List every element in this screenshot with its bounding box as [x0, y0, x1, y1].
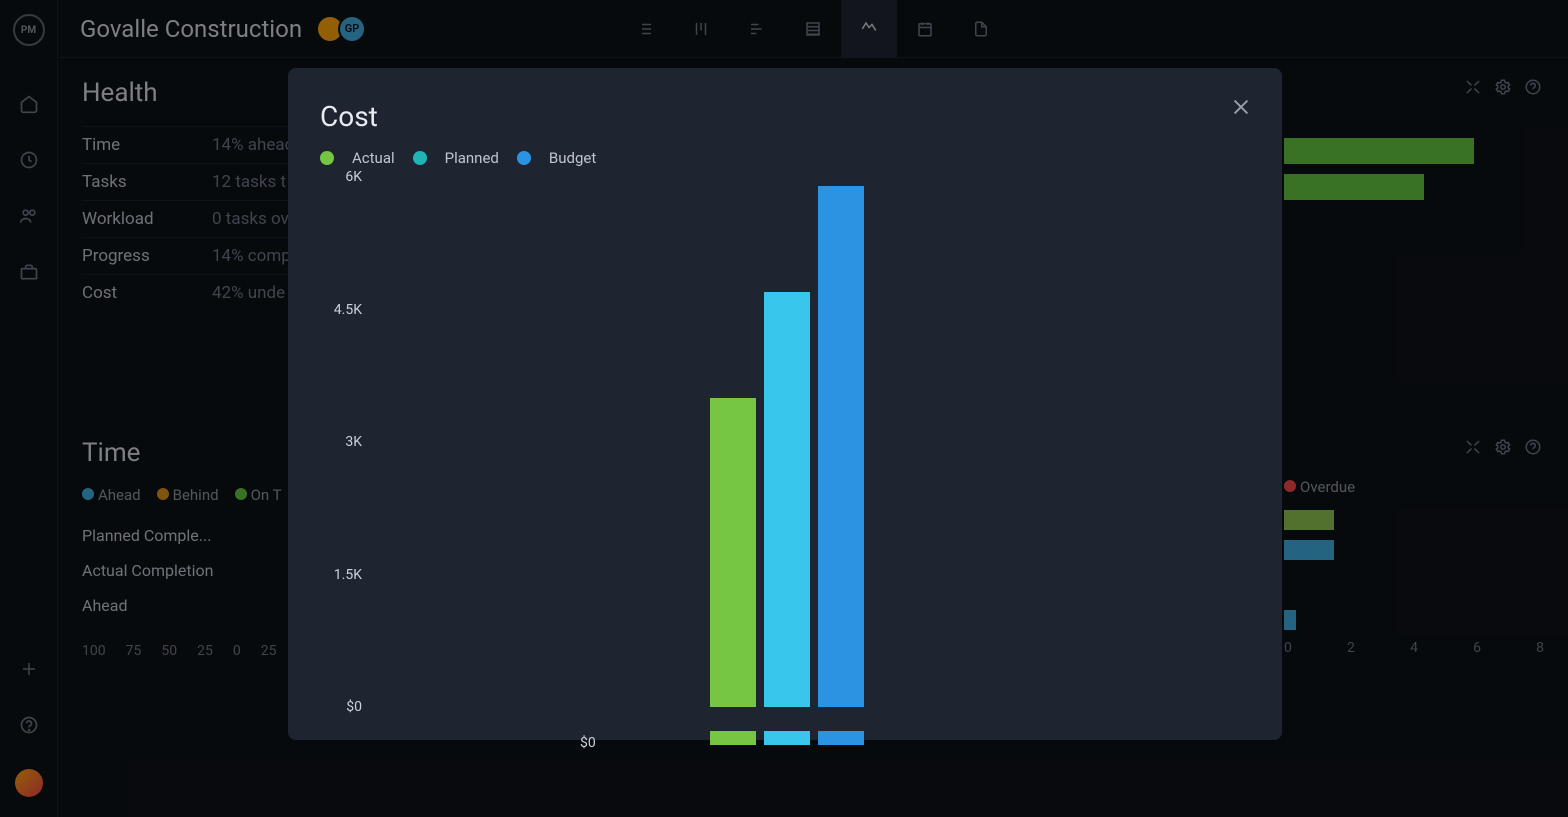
mini-bar-planned	[764, 731, 810, 745]
mini-bars	[710, 731, 864, 745]
bar-budget[interactable]	[818, 186, 864, 707]
legend-label: Actual	[352, 149, 395, 167]
cost-modal: Cost Actual Planned Budget 6K 4.5K 3K 1.…	[288, 68, 1282, 740]
close-icon[interactable]	[1230, 96, 1254, 120]
y-axis: 6K 4.5K 3K 1.5K $0	[320, 177, 370, 707]
y-tick: $0	[346, 699, 362, 715]
cost-chart: 6K 4.5K 3K 1.5K $0 $0	[370, 177, 1250, 707]
bar-actual[interactable]	[710, 398, 756, 707]
chart-legend: Actual Planned Budget	[320, 149, 1250, 167]
legend-dot-planned	[413, 151, 427, 165]
y-tick: 1.5K	[334, 567, 362, 583]
legend-dot-budget	[517, 151, 531, 165]
legend-label: Budget	[549, 149, 596, 167]
mini-bar-actual	[710, 731, 756, 745]
bar-planned[interactable]	[764, 292, 810, 707]
y-tick: 6K	[345, 169, 362, 185]
mini-bar-budget	[818, 731, 864, 745]
legend-dot-actual	[320, 151, 334, 165]
legend-label: Planned	[445, 149, 499, 167]
x-tick: $0	[580, 735, 596, 751]
y-tick: 3K	[345, 434, 362, 450]
y-tick: 4.5K	[334, 302, 362, 318]
bars	[710, 186, 864, 707]
modal-title: Cost	[320, 100, 1250, 133]
